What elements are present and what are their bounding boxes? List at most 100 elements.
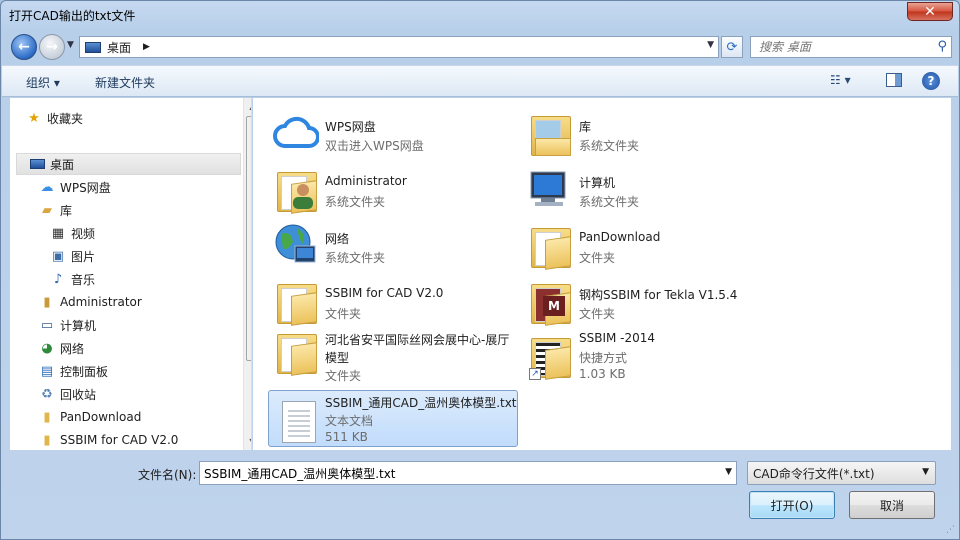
navigation-pane: ★ 收藏夹 桌面 ☁ WPS网盘 ▰ 库 ▦ 视频 ▣ 图片 ♪ 音乐 ▮ Ad… — [10, 98, 252, 450]
file-item-pandownload[interactable]: PanDownload 文件夹 — [507, 216, 757, 272]
nav-scrollbar[interactable]: ▲ ▼ — [243, 98, 251, 450]
help-icon[interactable]: ? — [922, 72, 940, 90]
file-type: 系统文件夹 — [579, 139, 640, 153]
scroll-thumb[interactable] — [246, 116, 251, 361]
nav-item-library[interactable]: ▰ 库 — [39, 199, 251, 221]
desktop-icon — [29, 156, 45, 172]
library-icon: ▰ — [42, 202, 52, 218]
file-name-area: 文件名(N): ▼ CAD命令行文件(*.txt) ▼ 打开(O) 取消 ⋰ — [1, 451, 959, 539]
file-item-ssbim-2014-shortcut[interactable]: ↗ SSBIM -2014 快捷方式 1.03 KB — [507, 326, 757, 390]
file-name: WPS网盘 — [325, 120, 376, 134]
file-name: SSBIM_通用CAD_温州奥体模型.txt — [325, 396, 517, 410]
toolbar: 组织 ▾ 新建文件夹 ☷ ▾ ? — [2, 65, 958, 97]
library-icon — [527, 108, 573, 156]
cloud-icon — [273, 108, 320, 156]
file-item-computer[interactable]: 计算机 系统文件夹 — [507, 160, 757, 216]
address-bar[interactable]: 桌面 ▶ ▼ — [79, 36, 719, 58]
tekla-logo-icon: M — [543, 296, 565, 316]
file-name-line2: 模型 — [325, 351, 350, 365]
file-name: 钢构SSBIM for Tekla V1.5.4 — [579, 288, 738, 302]
nav-item-label: 图片 — [71, 249, 96, 264]
close-icon: ✕ — [924, 3, 936, 20]
refresh-button[interactable]: ⟳ — [721, 36, 743, 58]
nav-item-label: 音乐 — [71, 272, 96, 287]
back-arrow-icon: ← — [18, 39, 30, 55]
preview-pane-icon[interactable] — [886, 73, 902, 87]
address-dropdown-icon[interactable]: ▼ — [707, 40, 714, 50]
nav-item-label: 回收站 — [60, 387, 97, 402]
file-size: 1.03 KB — [579, 367, 626, 381]
new-folder-button[interactable]: 新建文件夹 — [95, 74, 155, 91]
resize-grip-icon[interactable]: ⋰ — [946, 525, 955, 535]
folder-icon — [273, 276, 319, 326]
file-item-library[interactable]: 库 系统文件夹 — [507, 104, 757, 160]
desktop-icon — [85, 41, 101, 53]
forward-arrow-icon: → — [46, 39, 58, 55]
filename-dropdown-icon[interactable]: ▼ — [725, 467, 732, 477]
nav-item-label: 网络 — [60, 341, 85, 356]
title-bar: 打开CAD输出的txt文件 ✕ — [1, 1, 959, 29]
cloud-icon: ☁ — [40, 179, 54, 195]
file-item-network[interactable]: 网络 系统文件夹 — [253, 216, 503, 272]
nav-item-favorites[interactable]: ★ 收藏夹 — [26, 107, 251, 129]
nav-item-network[interactable]: ◕ 网络 — [39, 337, 251, 359]
file-item-administrator[interactable]: Administrator 系统文件夹 — [253, 160, 503, 216]
music-icon: ♪ — [53, 271, 63, 287]
file-size: 511 KB — [325, 430, 368, 444]
nav-item-wps-cloud[interactable]: ☁ WPS网盘 — [39, 176, 251, 198]
file-name: Administrator — [325, 174, 407, 188]
nav-item-label: 计算机 — [60, 318, 97, 333]
scroll-down-icon[interactable]: ▼ — [244, 433, 251, 450]
file-type: 快捷方式 — [579, 351, 628, 365]
recent-pages-dropdown-icon[interactable]: ▼ — [67, 40, 74, 50]
file-list: WPS网盘 双击进入WPS网盘 Administrator 系统文件夹 网络 系… — [253, 98, 951, 450]
search-icon[interactable]: ⚲ — [937, 39, 947, 54]
user-folder-icon: ▮ — [43, 294, 51, 310]
back-button[interactable]: ← — [11, 34, 37, 60]
nav-item-control-panel[interactable]: ▤ 控制面板 — [39, 360, 251, 382]
cancel-button[interactable]: 取消 — [849, 491, 935, 519]
close-button[interactable]: ✕ — [907, 2, 953, 21]
nav-item-recycle-bin[interactable]: ♻ 回收站 — [39, 383, 251, 405]
nav-item-ssbim-cad[interactable]: ▮ SSBIM for CAD V2.0 — [39, 429, 251, 450]
nav-item-pandownload[interactable]: ▮ PanDownload — [39, 406, 251, 428]
nav-item-videos[interactable]: ▦ 视频 — [50, 222, 251, 244]
file-item-hebei-model[interactable]: 河北省安平国际丝网会展中心-展厅 模型 文件夹 — [253, 322, 509, 386]
nav-item-label: WPS网盘 — [60, 180, 111, 195]
shortcut-arrow-icon: ↗ — [529, 368, 541, 380]
folder-icon — [527, 220, 573, 270]
file-item-ssbim-tekla[interactable]: M 钢构SSBIM for Tekla V1.5.4 文件夹 — [507, 272, 757, 328]
folder-icon: ▮ — [43, 432, 51, 448]
nav-item-label: 桌面 — [50, 157, 75, 172]
window-title: 打开CAD输出的txt文件 — [9, 9, 136, 23]
organize-menu[interactable]: 组织 ▾ — [26, 74, 60, 91]
change-view-button[interactable]: ☷ ▾ — [830, 73, 870, 91]
file-name: 河北省安平国际丝网会展中心-展厅 — [325, 333, 510, 347]
scroll-up-icon[interactable]: ▲ — [244, 98, 251, 115]
shortcut-icon: ↗ — [527, 330, 573, 380]
nav-item-administrator[interactable]: ▮ Administrator — [39, 291, 251, 313]
filename-field[interactable]: ▼ — [199, 461, 737, 485]
breadcrumb-arrow-icon[interactable]: ▶ — [143, 42, 150, 52]
file-name: 网络 — [325, 232, 350, 246]
nav-item-pictures[interactable]: ▣ 图片 — [50, 245, 251, 267]
search-box[interactable]: ⚲ — [750, 36, 952, 58]
user-folder-icon — [273, 164, 319, 214]
file-item-selected-txt[interactable]: SSBIM_通用CAD_温州奥体模型.txt 文本文档 511 KB — [268, 390, 518, 447]
nav-item-computer[interactable]: ▭ 计算机 — [39, 314, 251, 336]
forward-button[interactable]: → — [39, 34, 65, 60]
address-location[interactable]: 桌面 — [107, 39, 131, 56]
filename-input[interactable] — [200, 462, 710, 484]
file-item-wps-cloud[interactable]: WPS网盘 双击进入WPS网盘 — [253, 104, 503, 160]
open-button[interactable]: 打开(O) — [749, 491, 835, 519]
nav-item-label: Administrator — [60, 295, 142, 309]
nav-item-music[interactable]: ♪ 音乐 — [50, 268, 251, 290]
search-input[interactable] — [751, 37, 921, 57]
computer-icon — [527, 164, 573, 212]
file-type: 双击进入WPS网盘 — [325, 139, 424, 153]
filetype-value: CAD命令行文件(*.txt) — [753, 466, 875, 481]
file-item-ssbim-cad[interactable]: SSBIM for CAD V2.0 文件夹 — [253, 272, 503, 328]
file-name: 计算机 — [579, 176, 616, 190]
nav-item-desktop[interactable]: 桌面 — [16, 153, 241, 175]
filetype-select[interactable]: CAD命令行文件(*.txt) ▼ — [747, 461, 936, 485]
